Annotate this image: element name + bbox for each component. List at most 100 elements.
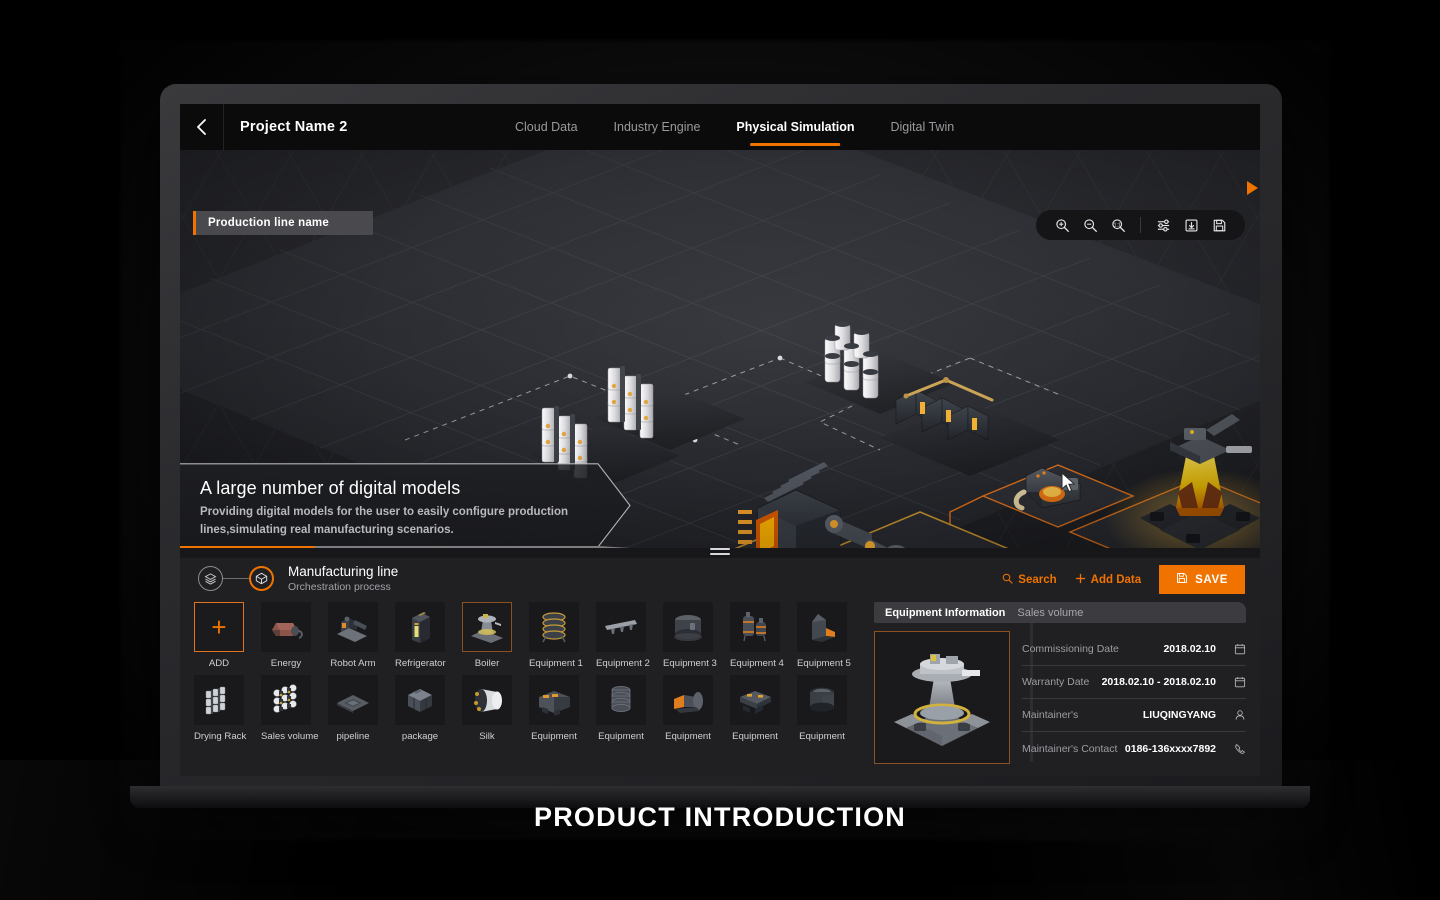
palette-item-label: Drying Rack	[194, 731, 247, 742]
bottom-panel-titles: Manufacturing line Orchestration process	[288, 564, 398, 593]
promo-canvas: Project Name 2 Cloud Data Industry Engin…	[0, 0, 1440, 900]
detail-row-warranty-date: Warranty Date 2018.02.10 - 2018.02.10	[1022, 666, 1246, 699]
save-button[interactable]: SAVE	[1159, 565, 1245, 594]
palette-tile[interactable]	[462, 602, 512, 652]
step-cube-button[interactable]	[249, 565, 274, 591]
palette-item-label: Boiler	[474, 658, 500, 669]
palette-item-equipment-8[interactable]: Equipment	[663, 675, 713, 742]
process-steps	[198, 565, 274, 591]
palette-item-equipment-1[interactable]: Equipment 1	[529, 602, 583, 669]
phone-icon[interactable]	[1224, 743, 1246, 755]
palette-tile[interactable]	[663, 675, 713, 725]
palette-tile[interactable]	[529, 602, 579, 652]
caption-title: A large number of digital models	[200, 478, 461, 498]
plus-icon	[1075, 573, 1086, 587]
equipment-1-model-icon	[542, 612, 566, 643]
tab-digital-twin[interactable]: Digital Twin	[891, 104, 955, 150]
palette-tile[interactable]	[328, 602, 378, 652]
calendar-icon[interactable]	[1224, 643, 1246, 655]
palette-tile[interactable]: +	[194, 602, 244, 652]
palette-item-drying-rack[interactable]: Drying Rack	[194, 675, 247, 742]
bottom-panel: Manufacturing line Orchestration process…	[180, 558, 1260, 776]
svg-text:1:1: 1:1	[1113, 222, 1120, 228]
palette-tile[interactable]	[328, 675, 378, 725]
palette-item-equipment-3[interactable]: Equipment 3	[663, 602, 717, 669]
tab-cloud-data[interactable]: Cloud Data	[515, 104, 578, 150]
caption-next-arrow-icon[interactable]	[1247, 181, 1258, 195]
palette-tile[interactable]	[529, 675, 579, 725]
top-bar: Project Name 2 Cloud Data Industry Engin…	[180, 104, 1260, 150]
palette-item-equipment-9[interactable]: Equipment	[730, 675, 780, 742]
palette-item-equipment-10[interactable]: Equipment	[797, 675, 847, 742]
palette-tile[interactable]	[261, 602, 311, 652]
page-title: Project Name 2	[240, 119, 348, 135]
detail-key: Warranty Date	[1022, 676, 1090, 688]
back-button[interactable]	[180, 104, 224, 150]
promo-caption: PRODUCT INTRODUCTION	[534, 802, 906, 832]
palette-item-pipeline[interactable]: pipeline	[328, 675, 378, 742]
bottom-panel-header: Manufacturing line Orchestration process…	[180, 558, 1260, 598]
palette-item-equipment-7[interactable]: Equipment	[596, 675, 646, 742]
palette-item-sales-volume[interactable]: Sales volume	[261, 675, 319, 742]
palette-tile[interactable]	[261, 675, 311, 725]
palette-item-equipment-6[interactable]: Equipment	[529, 675, 579, 742]
save-view-button[interactable]	[1205, 210, 1233, 240]
add-data-button[interactable]: Add Data	[1075, 573, 1141, 587]
equipment-2-model-icon	[605, 620, 637, 634]
palette-item-label: Equipment 2	[596, 658, 650, 669]
palette-tile[interactable]	[596, 675, 646, 725]
palette-tile[interactable]	[395, 675, 445, 725]
zoom-out-button[interactable]	[1076, 210, 1104, 240]
palette-tile[interactable]	[730, 602, 780, 652]
step-layers-button[interactable]	[198, 565, 223, 591]
palette-item-label: Refrigerator	[395, 658, 446, 669]
detail-key: Maintainer's Contact	[1022, 742, 1118, 755]
palette-item-equipment-5[interactable]: Equipment 5	[797, 602, 851, 669]
palette-tile[interactable]	[462, 675, 512, 725]
palette-item-equipment-4[interactable]: Equipment 4	[730, 602, 784, 669]
simulation-viewport[interactable]: Production line name 1:1 A large number …	[180, 150, 1260, 548]
palette-tile[interactable]	[596, 602, 646, 652]
palette-item-label: ADD	[208, 658, 230, 669]
person-icon[interactable]	[1224, 709, 1246, 721]
palette-tile[interactable]	[663, 602, 713, 652]
palette-tile[interactable]	[395, 602, 445, 652]
detail-row-maintainer: Maintainer's LIUQINGYANG	[1022, 699, 1246, 732]
save-icon	[1176, 572, 1188, 587]
settings-sliders-icon	[1157, 219, 1169, 231]
zoom-in-button[interactable]	[1048, 210, 1076, 240]
settings-button[interactable]	[1149, 210, 1177, 240]
palette-item-refrigerator[interactable]: Refrigerator	[395, 602, 446, 669]
tab-sales-volume[interactable]: Sales volume	[1017, 607, 1083, 619]
energy-model-icon	[272, 623, 303, 639]
palette-item-package[interactable]: package	[395, 675, 445, 742]
bottom-panel-title: Manufacturing line	[288, 563, 399, 579]
calendar-icon[interactable]	[1224, 676, 1246, 688]
palette-item-energy[interactable]: Energy	[261, 602, 311, 669]
zoom-reset-icon: 1:1	[1111, 218, 1125, 232]
palette-item-label: Equipment	[799, 731, 845, 742]
palette-item-equipment-2[interactable]: Equipment 2	[596, 602, 650, 669]
production-line-name-label[interactable]: Production line name	[193, 211, 373, 235]
equipment-preview-image[interactable]	[874, 631, 1010, 764]
tab-equipment-information[interactable]: Equipment Information	[885, 607, 1005, 619]
zoom-reset-button[interactable]: 1:1	[1104, 210, 1132, 240]
palette-item-silk[interactable]: Silk	[462, 675, 512, 742]
detail-value: LIUQINGYANG	[1142, 709, 1216, 721]
palette-tile[interactable]	[730, 675, 780, 725]
download-button[interactable]	[1177, 210, 1205, 240]
palette-item-robot-arm[interactable]: Robot Arm	[328, 602, 378, 669]
tab-industry-engine[interactable]: Industry Engine	[614, 104, 701, 150]
palette-item-boiler[interactable]: Boiler	[462, 602, 512, 669]
equipment-detail-rows: Commissioning Date 2018.02.10 Warranty D…	[1022, 631, 1246, 765]
palette-tile[interactable]	[194, 675, 244, 725]
zoom-out-icon	[1083, 218, 1097, 232]
search-button[interactable]: Search	[1002, 573, 1057, 587]
palette-tile[interactable]	[797, 675, 847, 725]
equipment-info-panel: Equipment Information Sales volume Commi…	[874, 602, 1246, 768]
palette-tile[interactable]	[797, 602, 847, 652]
tab-physical-simulation[interactable]: Physical Simulation	[736, 104, 854, 150]
panel-splitter[interactable]	[180, 548, 1260, 558]
splitter-handle[interactable]	[710, 545, 730, 558]
palette-item-add[interactable]: + ADD	[194, 602, 244, 669]
